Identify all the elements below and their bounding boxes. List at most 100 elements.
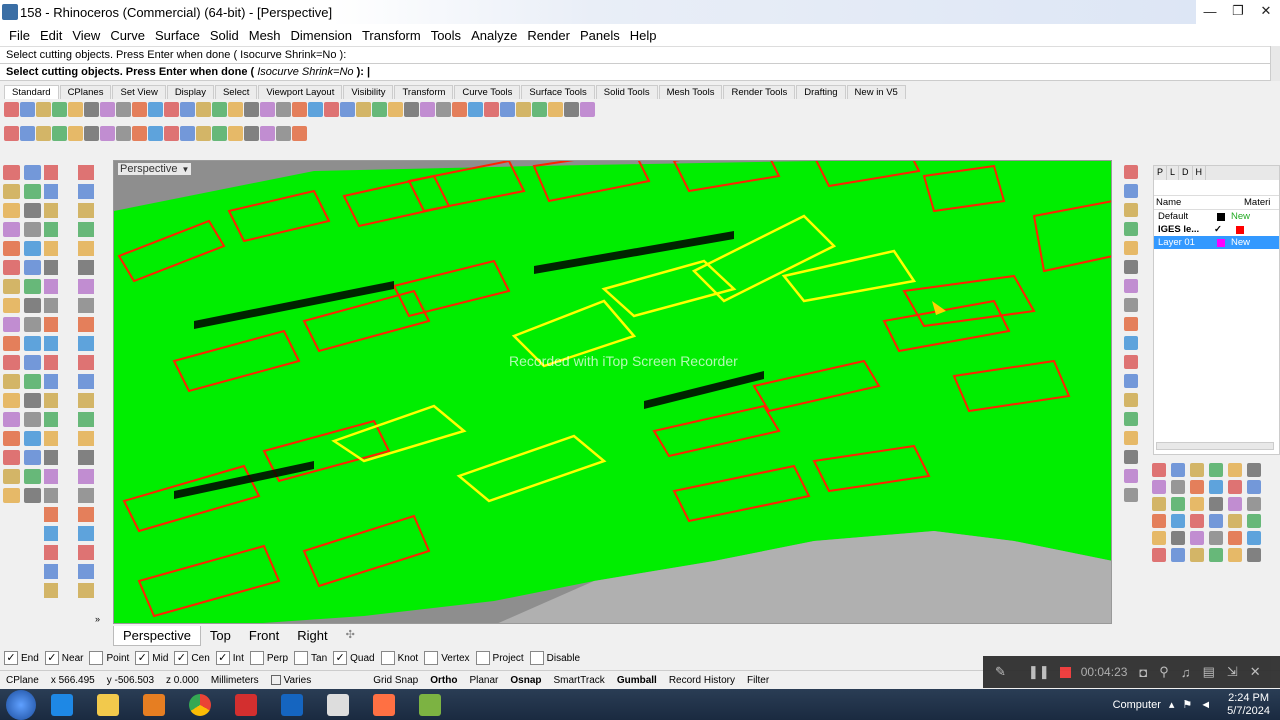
rgrid-tool-icon[interactable] [1228, 480, 1242, 494]
rgrid-tool-icon[interactable] [1190, 480, 1204, 494]
lg1-tool-icon[interactable] [24, 412, 41, 427]
lg2-tool-icon[interactable] [44, 545, 58, 560]
osnap-tan[interactable]: Tan [294, 651, 327, 665]
rgrid-tool-icon[interactable] [1228, 531, 1242, 545]
lg1-tool-icon[interactable] [24, 450, 41, 465]
lg2-tool-icon[interactable] [44, 165, 58, 180]
tb2-tool-icon[interactable] [260, 125, 275, 141]
lg3-tool-icon[interactable] [78, 431, 94, 446]
rstrip-tool-icon[interactable] [1124, 412, 1138, 426]
rgrid-tool-icon[interactable] [1171, 497, 1185, 511]
lg1-tool-icon[interactable] [24, 222, 41, 237]
lg3-tool-icon[interactable] [78, 317, 94, 332]
tb1-tool-icon[interactable] [228, 101, 243, 117]
tb1-tool-icon[interactable] [196, 101, 211, 117]
tb2-tool-icon[interactable] [4, 125, 19, 141]
osnap-project[interactable]: Project [475, 651, 524, 665]
tb2-tool-icon[interactable] [84, 125, 99, 141]
menu-solid[interactable]: Solid [205, 28, 244, 43]
lg3-tool-icon[interactable] [78, 241, 94, 256]
lg2-tool-icon[interactable] [44, 298, 58, 313]
flag-icon[interactable]: ⚑ [1182, 698, 1192, 711]
lg1-tool-icon[interactable] [3, 260, 20, 275]
panel-tab-display[interactable]: D [1179, 166, 1193, 180]
tb2-tool-icon[interactable] [68, 125, 83, 141]
lg3-tool-icon[interactable] [78, 507, 94, 522]
tb2-tool-icon[interactable] [276, 125, 291, 141]
tb2-tool-icon[interactable] [196, 125, 211, 141]
osnap-quad[interactable]: ✓ Quad [333, 651, 375, 665]
tb2-tool-icon[interactable] [164, 125, 179, 141]
rgrid-tool-icon[interactable] [1190, 548, 1204, 562]
tb2-tool-icon[interactable] [100, 125, 115, 141]
lg2-tool-icon[interactable] [44, 184, 58, 199]
rgrid-tool-icon[interactable] [1228, 514, 1242, 528]
status-toggle-gumball[interactable]: Gumball [611, 675, 663, 686]
lg1-tool-icon[interactable] [3, 355, 20, 370]
rstrip-tool-icon[interactable] [1124, 222, 1138, 236]
lg1-tool-icon[interactable] [24, 469, 41, 484]
menu-view[interactable]: View [67, 28, 105, 43]
minimize-button[interactable]: — [1196, 0, 1224, 22]
osnap-perp[interactable]: Perp [249, 651, 288, 665]
tb2-tool-icon[interactable] [292, 125, 307, 141]
menu-edit[interactable]: Edit [35, 28, 67, 43]
tab-drafting[interactable]: Drafting [796, 85, 846, 99]
rgrid-tool-icon[interactable] [1190, 497, 1204, 511]
rgrid-tool-icon[interactable] [1171, 514, 1185, 528]
tb2-tool-icon[interactable] [36, 125, 51, 141]
tb1-tool-icon[interactable] [388, 101, 403, 117]
lg2-tool-icon[interactable] [44, 336, 58, 351]
lg2-tool-icon[interactable] [44, 469, 58, 484]
tb1-tool-icon[interactable] [500, 101, 515, 117]
tb1-tool-icon[interactable] [404, 101, 419, 117]
tb2-tool-icon[interactable] [212, 125, 227, 141]
command-scrollbar[interactable] [1270, 46, 1280, 81]
viewport-tab-perspective[interactable]: Perspective [113, 626, 201, 646]
units-label[interactable]: Millimeters [205, 675, 265, 686]
lg3-tool-icon[interactable] [78, 488, 94, 503]
tab-set-view[interactable]: Set View [112, 85, 166, 99]
lg1-tool-icon[interactable] [24, 374, 41, 389]
tab-curve-tools[interactable]: Curve Tools [454, 85, 521, 99]
lg1-tool-icon[interactable] [3, 469, 20, 484]
tb2-tool-icon[interactable] [244, 125, 259, 141]
rgrid-tool-icon[interactable] [1247, 480, 1261, 494]
taskbar-media-icon[interactable] [134, 690, 174, 720]
lg1-tool-icon[interactable] [3, 222, 20, 237]
rgrid-tool-icon[interactable] [1152, 497, 1166, 511]
taskbar-app-icon[interactable] [364, 690, 404, 720]
layer-row-layer01[interactable]: Layer 01 New [1154, 236, 1279, 249]
lg3-tool-icon[interactable] [78, 450, 94, 465]
taskbar-shield-icon[interactable] [272, 690, 312, 720]
tb1-tool-icon[interactable] [580, 101, 595, 117]
rstrip-tool-icon[interactable] [1124, 336, 1138, 350]
tb1-tool-icon[interactable] [356, 101, 371, 117]
menu-transform[interactable]: Transform [357, 28, 426, 43]
lg1-tool-icon[interactable] [3, 317, 20, 332]
tab-transform[interactable]: Transform [394, 85, 454, 99]
lg2-tool-icon[interactable] [44, 431, 58, 446]
osnap-int[interactable]: ✓ Int [215, 651, 244, 665]
osnap-knot[interactable]: Knot [380, 651, 418, 665]
status-toggle-osnap[interactable]: Osnap [504, 675, 547, 686]
rgrid-tool-icon[interactable] [1209, 463, 1223, 477]
viewport-tab-front[interactable]: Front [240, 626, 288, 646]
lg1-tool-icon[interactable] [3, 203, 20, 218]
lg1-tool-icon[interactable] [3, 450, 20, 465]
menu-surface[interactable]: Surface [150, 28, 205, 43]
tb1-tool-icon[interactable] [180, 101, 195, 117]
lg2-tool-icon[interactable] [44, 203, 58, 218]
lg1-tool-icon[interactable] [3, 488, 20, 503]
lg2-tool-icon[interactable] [44, 526, 58, 541]
rgrid-tool-icon[interactable] [1190, 514, 1204, 528]
lg3-tool-icon[interactable] [78, 222, 94, 237]
rgrid-tool-icon[interactable] [1152, 480, 1166, 494]
status-toggle-ortho[interactable]: Ortho [424, 675, 463, 686]
viewport-label[interactable]: Perspective ▼ [118, 163, 192, 175]
rgrid-tool-icon[interactable] [1247, 514, 1261, 528]
lg2-tool-icon[interactable] [44, 488, 58, 503]
layer-row-iges[interactable]: IGES le... ✓ [1154, 223, 1279, 236]
rstrip-tool-icon[interactable] [1124, 431, 1138, 445]
lg1-tool-icon[interactable] [24, 203, 41, 218]
